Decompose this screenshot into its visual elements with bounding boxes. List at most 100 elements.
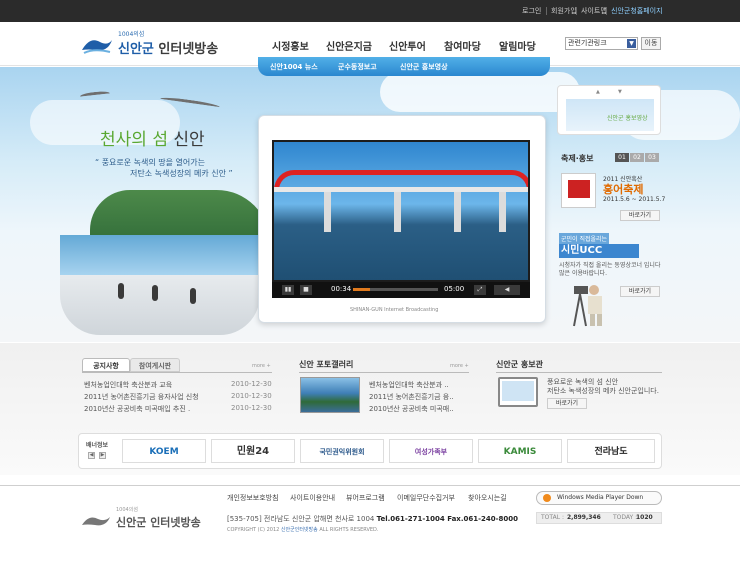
notice-date: 2010-12-30 [231, 392, 272, 400]
logo-tagline: 1004의섬 [118, 31, 145, 38]
ucc-more-button[interactable]: 바로가기 [620, 286, 660, 297]
footer-logo-title: 신안군 인터넷방송 [116, 516, 201, 529]
festival-page-3[interactable]: 03 [645, 153, 659, 162]
seek-bar-fill [353, 288, 370, 291]
festival-name[interactable]: 홍어축제 [603, 181, 643, 197]
notice-date: 2010-12-30 [231, 404, 272, 412]
notice-date: 2010-12-30 [231, 380, 272, 388]
total-label: TOTAL : [541, 514, 564, 521]
gnb-participation[interactable]: 참여마당 [444, 38, 481, 53]
stop-button[interactable]: ■ [300, 285, 312, 295]
festival-poster [568, 180, 590, 198]
video-screen[interactable] [272, 140, 530, 282]
seek-bar[interactable] [353, 288, 438, 291]
banner-kamis[interactable]: KAMIS [478, 439, 562, 463]
promo-banner[interactable]: ▲ ▼ [557, 85, 661, 135]
festival-page-1[interactable]: 01 [615, 153, 629, 162]
sitemap-link[interactable]: 사이트맵 [581, 6, 607, 16]
top-utility-bar: 로그인 회원가입 사이트맵 신안군청홈페이지 [0, 0, 740, 22]
notice-more-link[interactable]: more + [252, 363, 271, 369]
logo-title: 신안군 인터넷방송 [118, 38, 218, 57]
cameraman-icon [573, 285, 602, 327]
banner-mogef[interactable]: 여성가족부 [389, 439, 473, 463]
fullscreen-button[interactable]: ⤢ [474, 285, 486, 295]
salt-field-illustration [60, 275, 260, 335]
footer-email-policy-link[interactable]: 이메일무단수집거부 [397, 493, 455, 503]
address: [535-705] 전라남도 신안군 압해면 천사로 1004 Tel.061-… [227, 514, 518, 524]
festival-thumbnail[interactable] [561, 173, 596, 208]
photo-gallery-title: 신안 포토갤러리 [299, 360, 354, 369]
util-separator [546, 7, 547, 15]
gnb-notice[interactable]: 알림마당 [499, 38, 536, 53]
county-homepage-link[interactable]: 신안군청홈페이지 [611, 6, 663, 16]
monitor-screen [502, 381, 534, 401]
banner-jeonnam[interactable]: 전라남도 [567, 439, 655, 463]
salt-worker-figure [118, 283, 124, 299]
pr-more-button[interactable]: 바로가기 [547, 398, 587, 409]
gnb-shinan-now[interactable]: 신안은지금 [326, 38, 372, 53]
visitor-counter: TOTAL : 2,899,346 TODAY : 1020 [536, 512, 662, 524]
banner-caption: 신안군 홍보영상 [607, 115, 648, 122]
divider [82, 372, 272, 373]
photo-thumbnail[interactable] [300, 377, 360, 413]
site-logo[interactable]: 1004의섬 신안군 인터넷방송 [80, 30, 230, 58]
festival-page-2[interactable]: 02 [630, 153, 644, 162]
current-time: 00:34 [331, 285, 352, 293]
pr-text-line2: 저탄소 녹색성장의 메카 신안군입니다. [547, 387, 659, 395]
footer-terms-link[interactable]: 사이트이용안내 [290, 493, 335, 503]
photo-item[interactable]: 2010년산 공공비축 미곡매.. [369, 404, 454, 414]
photo-item[interactable]: 벤처농업인대학 축산분과 .. [369, 380, 449, 390]
festival-date: 2011.5.6 ~ 2011.5.7 [603, 196, 666, 203]
go-button[interactable]: 이동 [641, 37, 661, 50]
banner-acrc[interactable]: 국민권익위원회 [300, 439, 384, 463]
banner-minwon24[interactable]: 민원24 [211, 439, 295, 463]
notice-item[interactable]: 벤처농업인대학 축산분과 교육 [84, 380, 172, 390]
salt-worker-figure [190, 288, 196, 304]
ucc-title[interactable]: 시민UCC [559, 244, 639, 258]
gnb-shinan-tour[interactable]: 신안투어 [389, 38, 426, 53]
banner-koem[interactable]: KOEM [122, 439, 206, 463]
join-link[interactable]: 회원가입 [551, 6, 577, 16]
total-value: 2,899,346 [567, 514, 601, 521]
bridge-pillar [324, 192, 331, 232]
banner-next-icon[interactable]: ▶ [99, 452, 106, 459]
subnav-pr-video[interactable]: 신안군 홍보영상 [400, 62, 448, 72]
festival-section-title: 축제·홍보 [561, 154, 594, 163]
festival-more-button[interactable]: 바로가기 [620, 210, 660, 221]
gnb-city-pr[interactable]: 시정홍보 [272, 38, 309, 53]
wave-logo-icon [82, 40, 112, 54]
footer-privacy-link[interactable]: 개인정보보호방침 [227, 493, 279, 503]
hero-title-part: 천사의 [100, 130, 147, 150]
wmp-label: Windows Media Player Down [557, 494, 644, 501]
total-time: 05:00 [444, 285, 465, 293]
tab-notice[interactable]: 공지사항 [82, 358, 130, 372]
footer-directions-link[interactable]: 찾아오시는길 [468, 493, 507, 503]
banner-prev-icon[interactable]: ◀ [88, 452, 95, 459]
notice-item[interactable]: 2011년 농어촌진흥기금 융자사업 신청 [84, 392, 199, 402]
wmp-download-button[interactable]: Windows Media Player Down [536, 491, 662, 505]
hero-title-part: 섬 [152, 130, 168, 150]
notice-item[interactable]: 2010년산 공공비축 미곡매입 추진 . [84, 404, 190, 414]
photo-item[interactable]: 2011년 농어촌진흥기금 융.. [369, 392, 454, 402]
volume-slider[interactable]: ◀ [494, 285, 520, 295]
subnav-governor-report[interactable]: 군수동정보고 [338, 62, 377, 72]
player-caption: SHINAN-GUN Internet Broadcasting [350, 307, 439, 313]
related-sites-select[interactable]: 관련기관링크 ▼ [565, 37, 638, 50]
banner-down-icon[interactable]: ▼ [618, 89, 622, 95]
tab-participation-board[interactable]: 참여게시판 [130, 358, 180, 372]
pr-hall-title: 신안군 홍보관 [496, 360, 543, 369]
subnav-news[interactable]: 신안1004 뉴스 [270, 62, 318, 72]
monitor-icon[interactable] [498, 377, 538, 407]
logo-title-county: 신안군 [118, 42, 154, 57]
banner-up-icon[interactable]: ▲ [596, 89, 600, 95]
pause-button[interactable]: ▮▮ [282, 285, 294, 295]
chevron-down-icon: ▼ [627, 39, 636, 48]
footer-viewer-link[interactable]: 뷰어프로그램 [346, 493, 385, 503]
photo-more-link[interactable]: more + [450, 363, 469, 369]
ucc-description-2: 많은 이용바랍니다. [559, 270, 607, 277]
sea-illustration [60, 235, 260, 275]
login-link[interactable]: 로그인 [522, 6, 541, 16]
bridge-pillar [499, 192, 506, 232]
today-label: TODAY : [613, 514, 638, 521]
bridge-pillar [454, 192, 461, 232]
